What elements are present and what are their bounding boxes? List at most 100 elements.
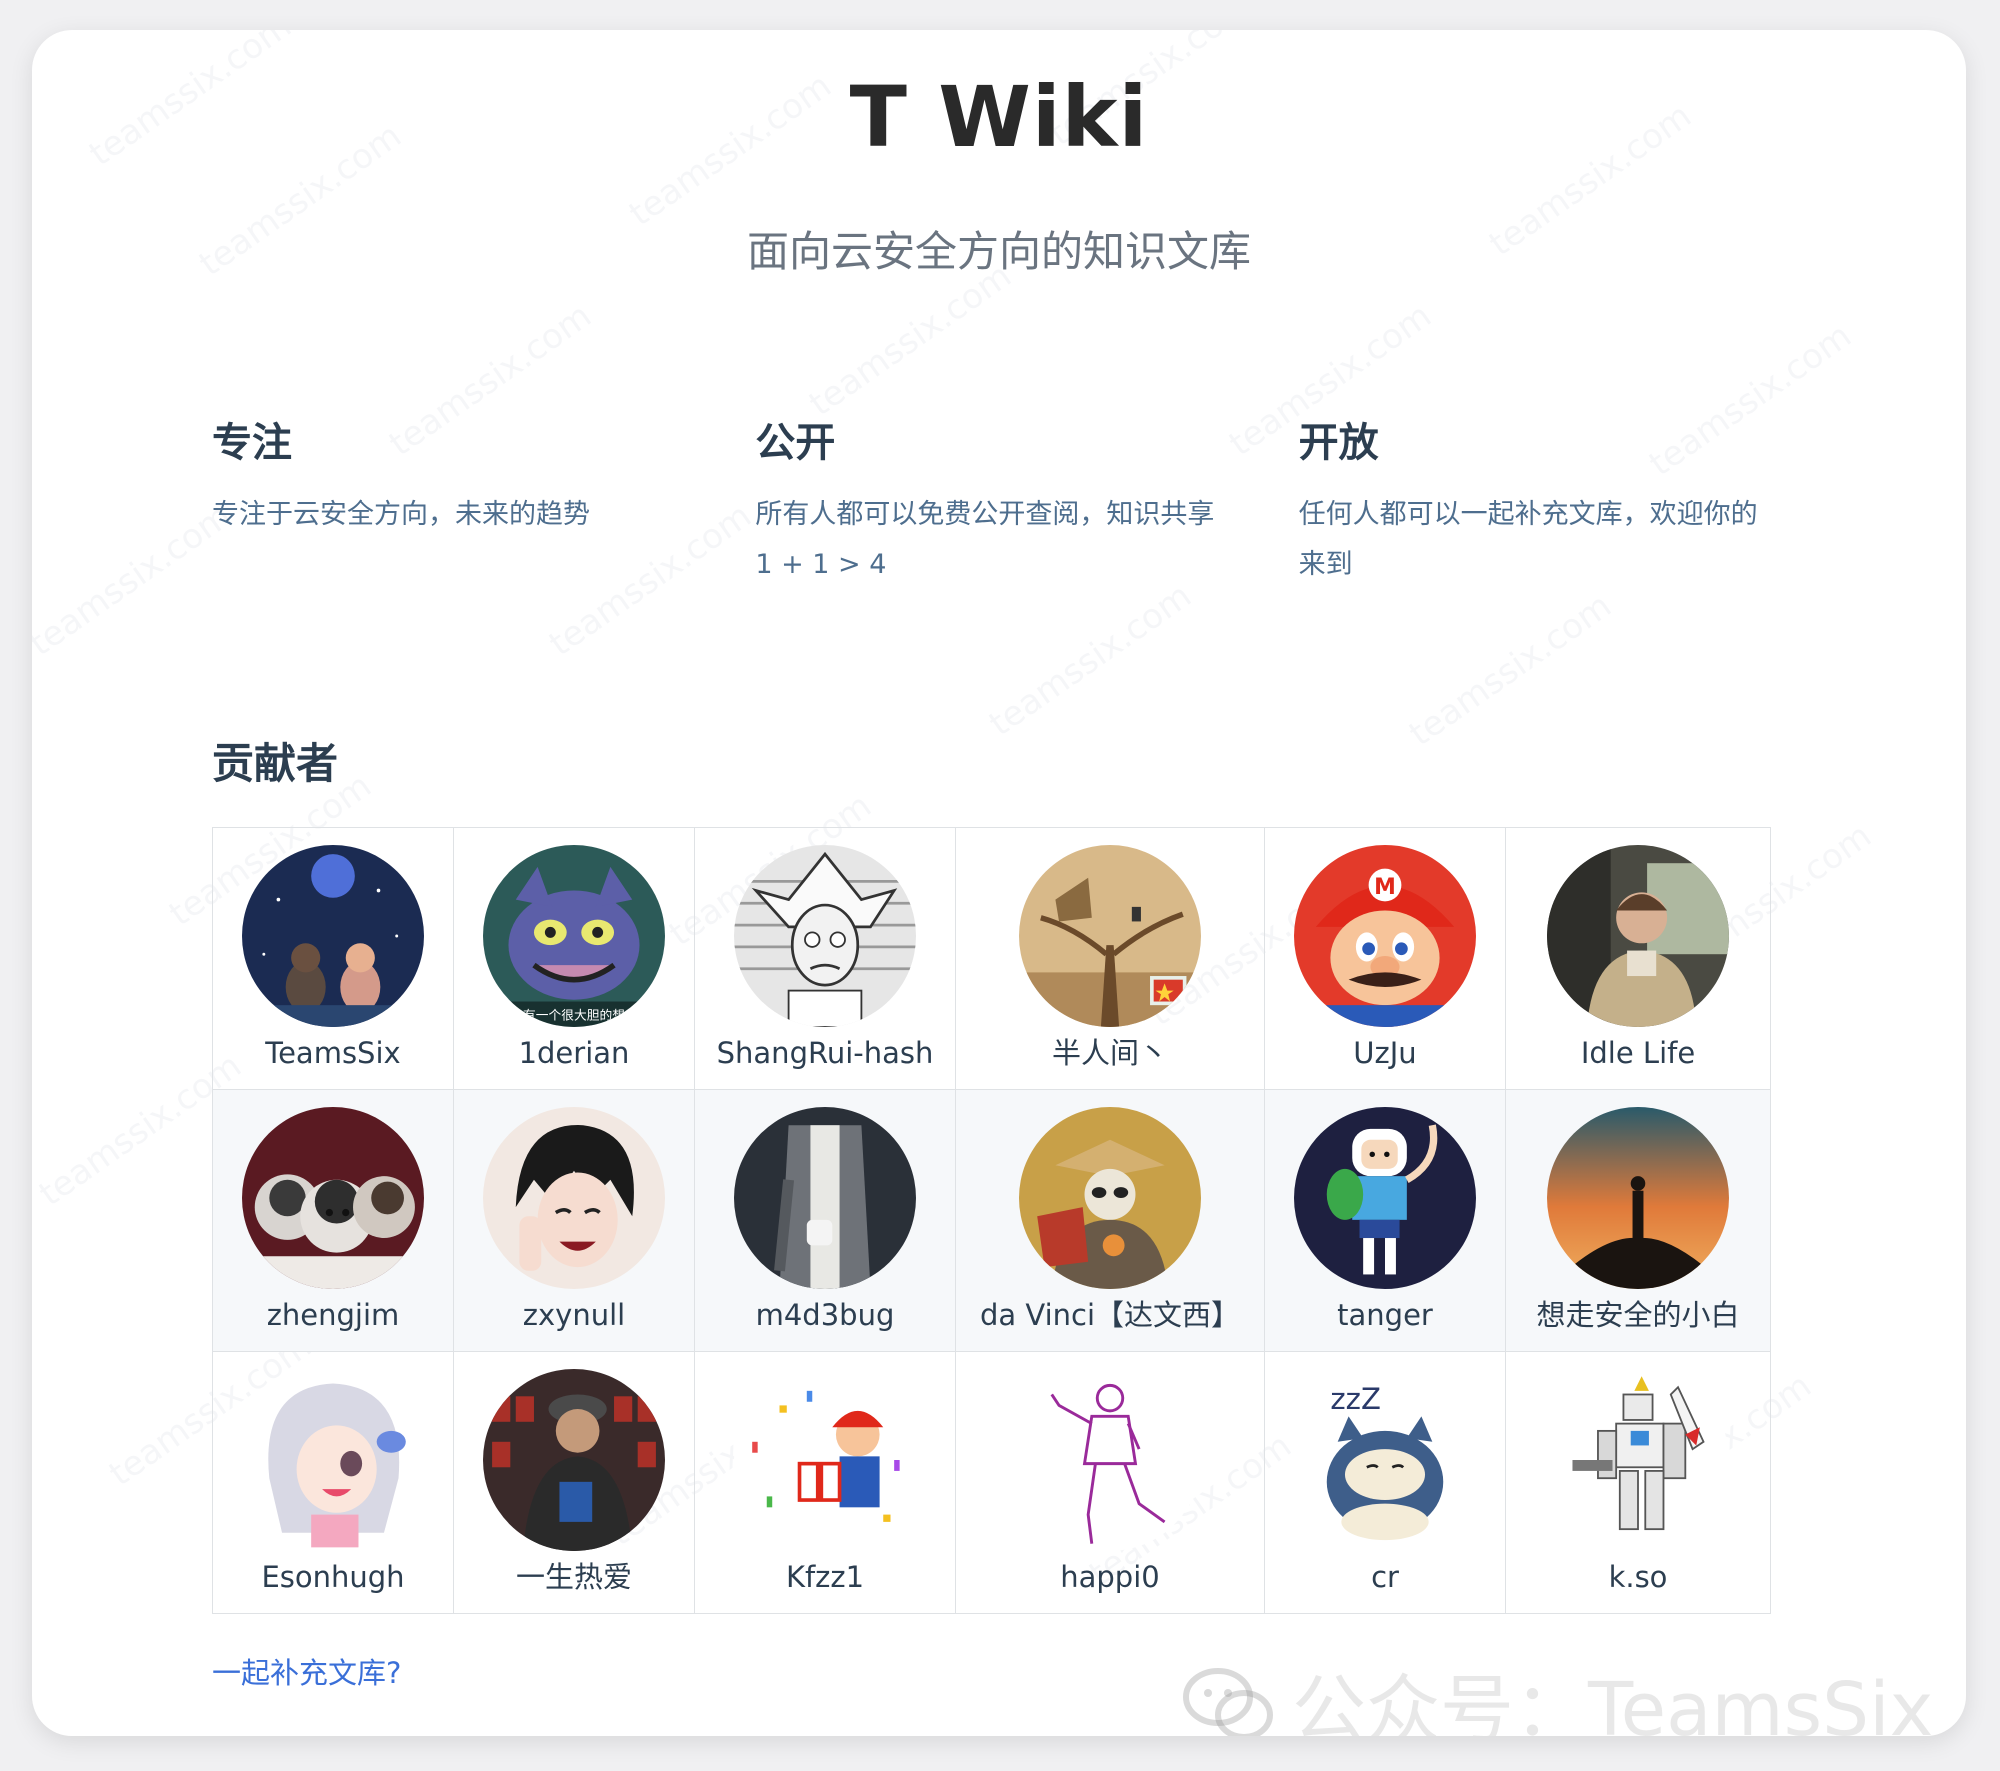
adventure-boy-avatar [1294, 1107, 1476, 1289]
anime-girl-avatar [242, 1369, 424, 1551]
contributor-cell: ShangRui-hash [694, 827, 956, 1090]
panda-warrior-avatar [1019, 1107, 1201, 1289]
person-cardigan-avatar [734, 1107, 916, 1289]
contributor-name: 半人间丶 [1051, 1036, 1168, 1070]
store-man-avatar [483, 1369, 665, 1551]
contributor-name: k.so [1608, 1560, 1668, 1594]
contributor-name: Kfzz1 [785, 1560, 865, 1594]
contributor-cell: zhengjim [212, 1089, 454, 1352]
contributor-name: happi0 [1060, 1560, 1160, 1594]
contributor-cell: k.so [1505, 1351, 1771, 1614]
sketch-scientist-avatar [734, 845, 916, 1027]
contributor-link[interactable]: M UzJu [1265, 845, 1505, 1106]
contributor-cell: zzZ cr [1264, 1351, 1506, 1614]
contributor-link[interactable]: TeamsSix [213, 845, 453, 1106]
feature-details: 所有人都可以免费公开查阅，知识共享 1 + 1 > 4 [755, 499, 1215, 580]
cartoon-cat-avatar: 有一个很大胆的想 [483, 845, 665, 1027]
contributor-name: 1derian [518, 1036, 630, 1070]
watermark: teamssix.com [32, 495, 239, 665]
contributor-name: TeamsSix [265, 1036, 401, 1070]
contributor-cell: TeamsSix [212, 827, 454, 1090]
contributor-name: cr [1371, 1560, 1399, 1594]
contributor-name: da Vinci【达文西】 [979, 1298, 1241, 1332]
night-sky-kids-avatar [242, 845, 424, 1027]
feature-title: 开放 [1298, 420, 1379, 466]
feature-details: 任何人都可以一起补充文库，欢迎你的来到 [1298, 499, 1758, 580]
contributor-link[interactable]: Esonhugh [213, 1369, 453, 1630]
contributor-link[interactable]: 有一个很大胆的想 1derian [454, 845, 694, 1106]
wechat-icon [1183, 1667, 1273, 1736]
contributor-name: zhengjim [266, 1298, 400, 1332]
sunset-silhouette-avatar [1547, 1107, 1729, 1289]
contributor-link[interactable]: zxynull [454, 1107, 694, 1368]
contributor-name: 一生热爱 [515, 1560, 632, 1594]
contributor-cell: zxynull [453, 1089, 695, 1352]
contributor-cell: Kfzz1 [694, 1351, 956, 1614]
contributor-cell: tanger [1264, 1089, 1506, 1352]
contributor-link[interactable]: Kfzz1 [695, 1369, 955, 1630]
husky-puppies-avatar [242, 1107, 424, 1289]
contributor-name: ShangRui-hash [716, 1036, 934, 1070]
contributor-cell: m4d3bug [694, 1089, 956, 1352]
contributor-link[interactable]: da Vinci【达文西】 [956, 1107, 1264, 1368]
line-dancer-avatar [1019, 1369, 1201, 1551]
feature-details: 专注于云安全方向，未来的趋势 [212, 499, 590, 530]
anime-boy-avatar [483, 1107, 665, 1289]
watermark: teamssix.com [981, 575, 1199, 745]
contributor-link[interactable]: Idle Life [1506, 845, 1770, 1106]
contribute-link[interactable]: 一起补充文库? [212, 1650, 401, 1692]
avatar-caption: 有一个很大胆的想 [523, 1008, 625, 1024]
contributor-cell: 有一个很大胆的想 1derian [453, 827, 695, 1090]
man-on-train-avatar [1547, 845, 1729, 1027]
contributor-cell: da Vinci【达文西】 [955, 1089, 1265, 1352]
mecha-robot-avatar [1547, 1369, 1729, 1551]
contributor-cell: M UzJu [1264, 827, 1506, 1090]
contributor-cell: Idle Life [1505, 827, 1771, 1090]
contributor-link[interactable]: zzZ cr [1265, 1369, 1505, 1630]
contributor-link[interactable]: 想走安全的小白 [1506, 1107, 1770, 1368]
contributor-name: Esonhugh [261, 1560, 405, 1594]
contributor-cell: happi0 [955, 1351, 1265, 1614]
watermark: teamssix.com [1401, 585, 1619, 755]
treehouse-avatar [1019, 845, 1201, 1027]
plumber-gift-avatar [734, 1369, 916, 1551]
feature-title: 专注 [212, 420, 292, 466]
feature-focus: 专注 专注于云安全方向，未来的趋势 [212, 410, 755, 590]
contributor-link[interactable]: 一生热爱 [454, 1369, 694, 1630]
public-account-watermark: 公众号：TeamsSix [1182, 1650, 1933, 1736]
plumber-avatar: M [1294, 845, 1476, 1027]
avatar-caption: zzZ [1330, 1382, 1381, 1416]
contributor-link[interactable]: ShangRui-hash [695, 845, 955, 1106]
contributor-link[interactable]: m4d3bug [695, 1107, 955, 1368]
contributor-cell: Esonhugh [212, 1351, 454, 1614]
feature-public: 公开 所有人都可以免费公开查阅，知识共享 1 + 1 > 4 [755, 410, 1298, 590]
feature-open: 开放 任何人都可以一起补充文库，欢迎你的来到 [1299, 410, 1842, 590]
contributor-cell: 半人间丶 [955, 827, 1265, 1090]
contributor-name: m4d3bug [755, 1298, 895, 1332]
contributors-table: TeamsSix 有一个很大胆的想 1derian ShangRui-hash … [212, 827, 1771, 1614]
contributor-cell: 想走安全的小白 [1505, 1089, 1771, 1352]
table-row: TeamsSix 有一个很大胆的想 1derian ShangRui-hash … [212, 827, 1771, 1090]
contributor-name: zxynull [522, 1298, 626, 1332]
contributor-link[interactable]: tanger [1265, 1107, 1505, 1368]
contributor-cell: 一生热爱 [453, 1351, 695, 1614]
contributor-name: tanger [1337, 1298, 1433, 1332]
contributor-name: 想走安全的小白 [1536, 1298, 1740, 1332]
contributor-link[interactable]: k.so [1506, 1369, 1770, 1630]
contributor-link[interactable]: zhengjim [213, 1107, 453, 1368]
hero-title: T Wiki [849, 68, 1149, 166]
sleepy-bear-avatar: zzZ [1294, 1369, 1476, 1551]
features: 专注 专注于云安全方向，未来的趋势 公开 所有人都可以免费公开查阅，知识共享 1… [212, 410, 1842, 590]
contributors-heading: 贡献者 [212, 739, 339, 788]
table-row: zhengjim zxynull m4d3bug da Vinci【达文西】 t… [212, 1089, 1771, 1352]
table-row: Esonhugh 一生热爱 Kfzz1 happi0 zzZ cr k.so [212, 1351, 1771, 1614]
watermark: teamssix.com [801, 255, 1019, 425]
public-account-text: 公众号：TeamsSix [1292, 1667, 1934, 1736]
contributor-name: Idle Life [1580, 1036, 1696, 1070]
contributor-link[interactable]: happi0 [956, 1369, 1264, 1630]
contributor-link[interactable]: 半人间丶 [956, 845, 1264, 1106]
page-card: teamssix.com teamssix.com teamssix.com t… [32, 30, 1966, 1736]
contributor-name: UzJu [1353, 1036, 1417, 1070]
svg-text:M: M [1374, 875, 1396, 900]
hero-description: 面向云安全方向的知识文库 [746, 227, 1251, 276]
